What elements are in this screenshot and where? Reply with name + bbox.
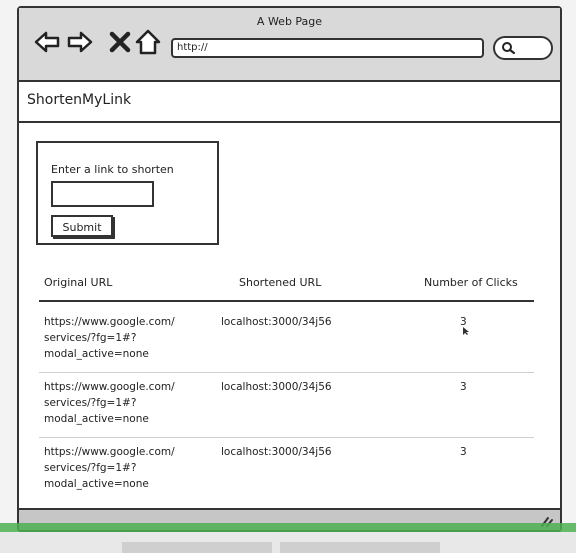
row-divider bbox=[39, 372, 534, 373]
shorten-form: Enter a link to shorten Submit bbox=[36, 141, 219, 245]
original-url-line: https://www.google.com/ bbox=[44, 381, 175, 393]
column-header-shortened-url: Shortened URL bbox=[239, 276, 322, 289]
original-url-line: services/?fg=1#? bbox=[44, 462, 137, 474]
original-url-line: modal_active=none bbox=[44, 348, 149, 360]
table-row: https://www.google.com/ services/?fg=1#?… bbox=[39, 379, 534, 443]
table-row: https://www.google.com/ services/?fg=1#?… bbox=[39, 314, 534, 378]
close-icon[interactable] bbox=[106, 28, 134, 56]
header-divider bbox=[39, 300, 534, 302]
short-url-cell[interactable]: localhost:3000/34j56 bbox=[221, 379, 332, 395]
row-divider bbox=[39, 437, 534, 438]
browser-window: A Web Page http:// ShortenMyLink Enter a… bbox=[17, 6, 562, 532]
original-url-line: services/?fg=1#? bbox=[44, 397, 137, 409]
short-url-cell[interactable]: localhost:3000/34j56 bbox=[221, 314, 332, 330]
browser-chrome: A Web Page http:// bbox=[19, 8, 560, 82]
original-url-line: modal_active=none bbox=[44, 478, 149, 490]
column-header-original-url: Original URL bbox=[44, 276, 113, 289]
back-arrow-icon[interactable] bbox=[33, 28, 61, 56]
app-header: ShortenMyLink bbox=[19, 82, 560, 123]
original-url-cell: https://www.google.com/ services/?fg=1#?… bbox=[44, 444, 175, 492]
mouse-cursor-icon bbox=[463, 327, 469, 335]
taskbar bbox=[0, 532, 576, 553]
clicks-cell: 3 bbox=[460, 381, 467, 393]
original-url-line: https://www.google.com/ bbox=[44, 446, 175, 458]
clicks-cell: 3 bbox=[460, 446, 467, 458]
forward-arrow-icon[interactable] bbox=[66, 28, 94, 56]
page-title: ShortenMyLink bbox=[27, 92, 132, 108]
taskbar-segment bbox=[122, 542, 272, 553]
column-header-clicks: Number of Clicks bbox=[424, 276, 518, 289]
original-url-line: https://www.google.com/ bbox=[44, 316, 175, 328]
window-title: A Web Page bbox=[256, 15, 323, 28]
original-url-cell: https://www.google.com/ services/?fg=1#?… bbox=[44, 379, 175, 427]
taskbar-segment bbox=[280, 542, 440, 553]
url-bar[interactable]: http:// bbox=[171, 38, 484, 58]
link-input[interactable] bbox=[51, 181, 154, 207]
table-row: https://www.google.com/ services/?fg=1#?… bbox=[39, 444, 534, 508]
submit-button[interactable]: Submit bbox=[51, 215, 113, 237]
original-url-line: services/?fg=1#? bbox=[44, 332, 137, 344]
accent-line bbox=[0, 523, 576, 532]
original-url-line: modal_active=none bbox=[44, 413, 149, 425]
original-url-cell: https://www.google.com/ services/?fg=1#?… bbox=[44, 314, 175, 362]
short-url-cell[interactable]: localhost:3000/34j56 bbox=[221, 444, 332, 460]
home-icon[interactable] bbox=[134, 28, 162, 56]
link-input-label: Enter a link to shorten bbox=[51, 163, 174, 176]
url-text: http:// bbox=[177, 42, 208, 53]
search-icon bbox=[502, 42, 516, 55]
search-box[interactable] bbox=[493, 36, 553, 60]
